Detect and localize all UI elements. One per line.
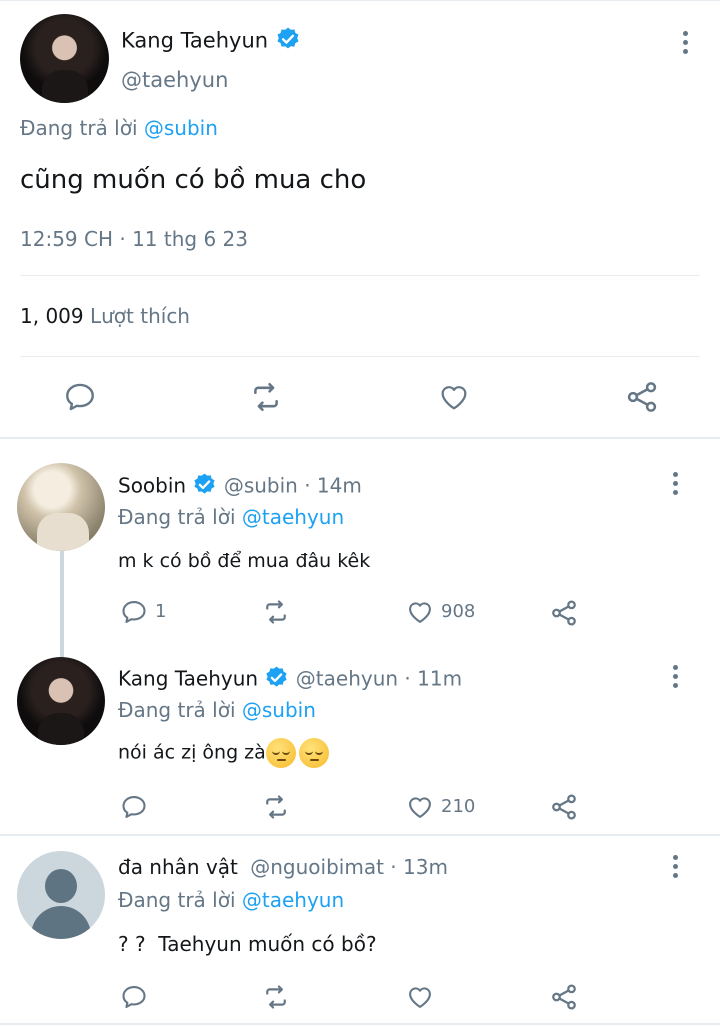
section-divider: [0, 1023, 720, 1025]
pensive-face-emoji: [298, 738, 329, 768]
avatar[interactable]: [17, 657, 105, 745]
like-icon[interactable]: [437, 381, 471, 413]
author-name[interactable]: Kang Taehyun: [121, 29, 268, 53]
thread-line: [60, 550, 64, 658]
reply-author-handle[interactable]: @taehyun: [296, 667, 398, 691]
reply-count: 1: [155, 601, 167, 622]
reply-to-link[interactable]: @taehyun: [242, 505, 344, 529]
author-handle[interactable]: @taehyun: [121, 68, 228, 92]
share-icon[interactable]: [549, 982, 579, 1012]
likes-label: Lượt thích: [89, 304, 190, 328]
reply-text: ? ? Taehyun muốn có bồ?: [118, 932, 377, 956]
verified-badge-icon: [264, 665, 289, 695]
like-icon[interactable]: [405, 983, 435, 1011]
share-icon[interactable]: [624, 379, 660, 415]
divider: [20, 275, 700, 276]
reply-to-link[interactable]: @subin: [242, 698, 316, 722]
avatar[interactable]: [20, 14, 109, 103]
retweet-icon[interactable]: [261, 598, 291, 626]
like-icon[interactable]: [405, 598, 435, 626]
reply-prefix: Đang trả lời: [118, 888, 236, 912]
divider: [20, 356, 700, 357]
reply-icon[interactable]: [63, 380, 97, 414]
avatar[interactable]: [17, 463, 105, 551]
reply-to-link[interactable]: @subin: [144, 116, 218, 140]
like-count: 210: [441, 796, 476, 817]
reply-time: · 14m: [304, 473, 362, 498]
retweet-icon[interactable]: [261, 983, 291, 1011]
verified-badge-icon: [192, 472, 217, 502]
more-icon[interactable]: [672, 472, 678, 495]
reply-author-name[interactable]: đa nhân vật: [118, 855, 238, 879]
reply-icon[interactable]: [120, 598, 148, 626]
top-border: [0, 0, 720, 1]
tweet-timestamp[interactable]: 12:59 CH · 11 thg 6 23: [20, 227, 248, 251]
reply-author-handle[interactable]: @subin: [224, 474, 298, 498]
reply-author-name[interactable]: Soobin: [118, 474, 186, 498]
reply-author-handle[interactable]: @nguoibimat: [250, 855, 384, 879]
tweet-text: cũng muốn có bồ mua cho: [20, 165, 367, 195]
reply-author-name[interactable]: Kang Taehyun: [118, 667, 258, 691]
reply-to-link[interactable]: @taehyun: [242, 888, 344, 912]
section-divider: [0, 437, 720, 439]
reply-icon[interactable]: [120, 793, 148, 821]
more-icon[interactable]: [672, 855, 678, 878]
more-icon[interactable]: [672, 665, 678, 688]
reply-icon[interactable]: [120, 983, 148, 1011]
verified-badge-icon: [275, 26, 301, 57]
like-icon[interactable]: [405, 793, 435, 821]
reply-time: · 13m: [390, 855, 448, 879]
section-divider: [0, 834, 720, 836]
retweet-icon[interactable]: [248, 380, 284, 414]
reply-prefix: Đang trả lời: [118, 698, 236, 722]
reply-prefix: Đang trả lời: [20, 116, 138, 140]
pensive-face-emoji: [265, 738, 296, 768]
share-icon[interactable]: [549, 598, 579, 628]
reply-time: · 11m: [404, 666, 463, 691]
share-icon[interactable]: [549, 792, 579, 822]
reply-text: m k có bồ để mua đâu kêk: [118, 550, 371, 572]
like-count: 908: [441, 601, 476, 622]
likes-stat[interactable]: 1, 009 Lượt thích: [20, 304, 190, 328]
default-avatar[interactable]: [17, 851, 105, 939]
reply-text: nói ác zị ông zà: [118, 741, 266, 764]
more-icon[interactable]: [682, 31, 688, 54]
retweet-icon[interactable]: [261, 793, 291, 821]
reply-prefix: Đang trả lời: [118, 505, 236, 529]
likes-count: 1, 009: [20, 304, 84, 328]
